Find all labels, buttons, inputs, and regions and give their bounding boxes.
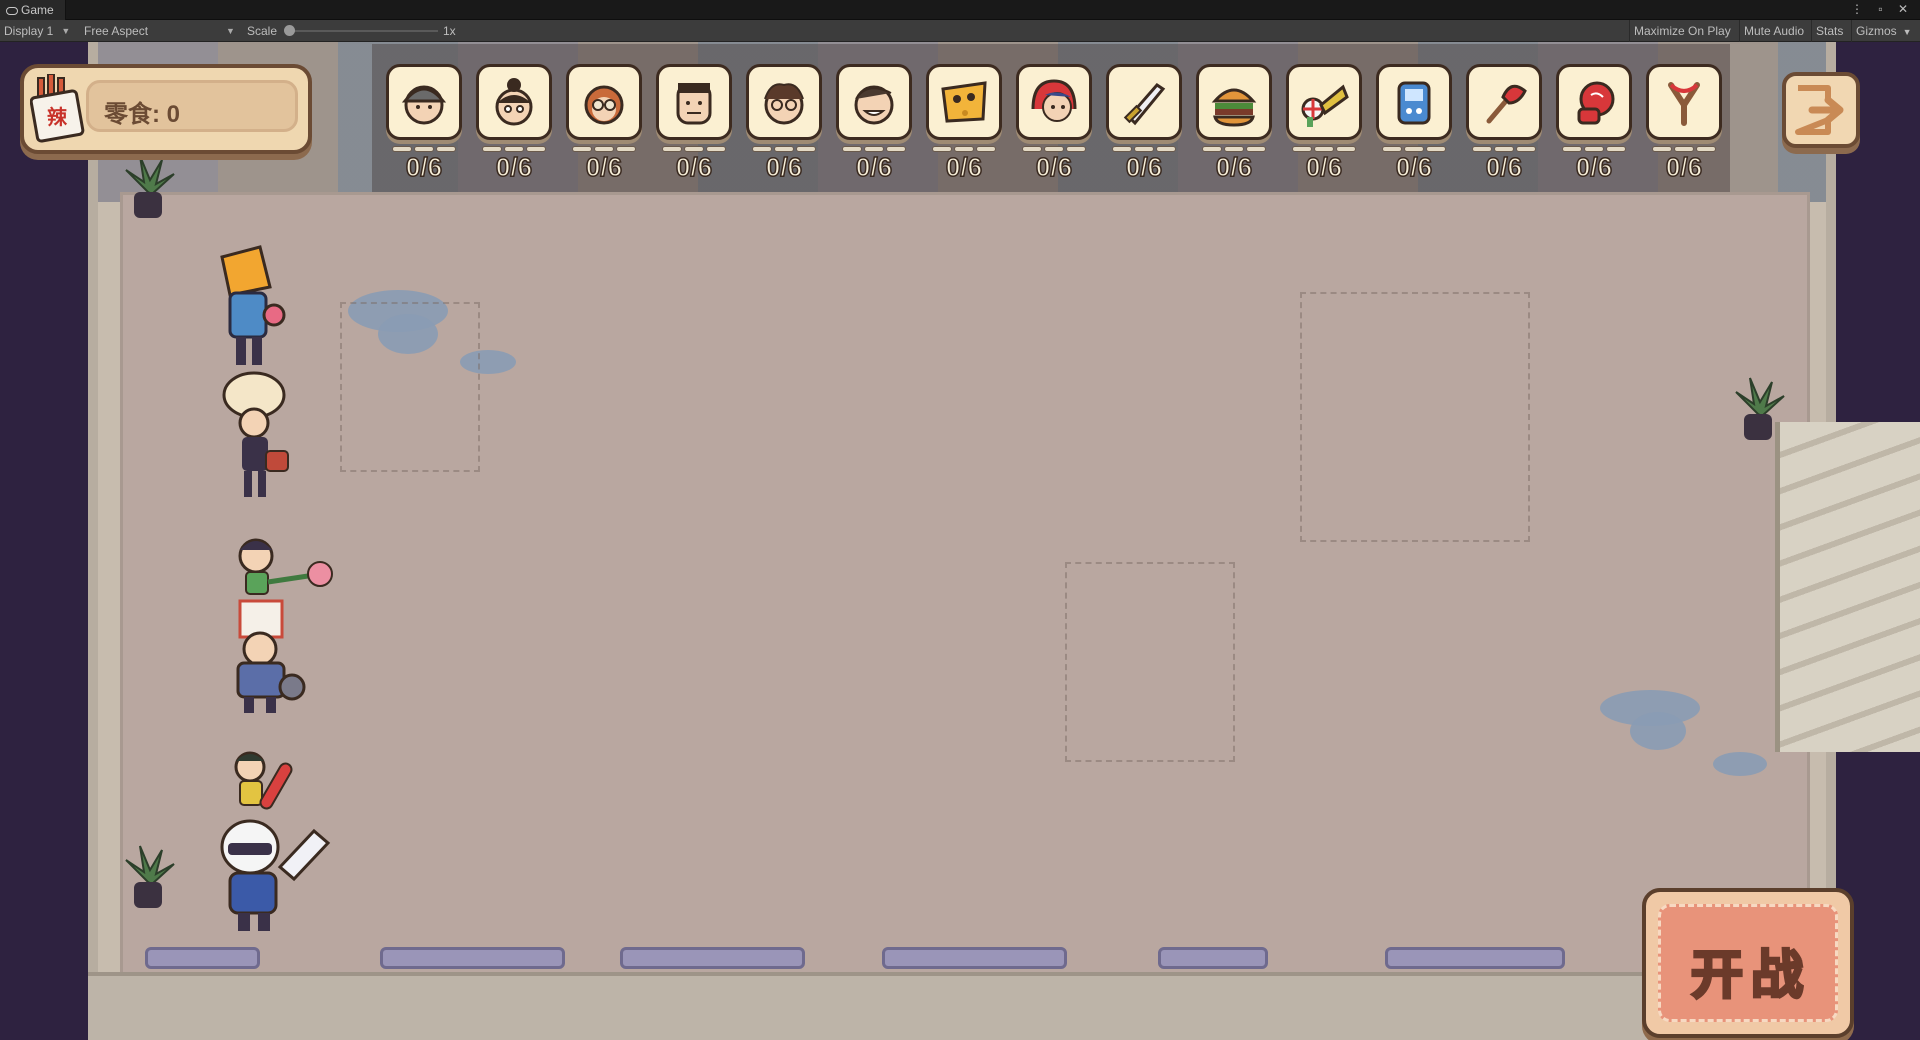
aspect-dropdown[interactable]: Free Aspect ▼ [84,20,235,42]
potted-plant-icon [125,155,175,218]
roster-slot[interactable] [386,64,462,140]
floor-cracks [340,302,480,472]
potted-plant-icon [1735,377,1785,440]
stats-toggle[interactable]: Stats [1811,20,1847,42]
tab-game-label: Game [21,3,54,17]
roster-slot-count: 0/6 [1305,151,1343,183]
grinning-boy-face-icon [854,85,894,125]
roster-slot[interactable] [1376,64,1452,140]
flat-top-man-face-icon [676,83,712,125]
display-dropdown[interactable]: Display 1 ▼ [4,20,70,42]
puddle [1713,752,1767,776]
pinwheel-horn-icon [1301,84,1349,127]
arena-bottom-ledge [88,972,1836,1040]
curly-glasses-face-icon [764,83,804,125]
game-view: 辣 零食: 0 0/6 0/6 0/6 0/6 0/6 0/6 0/6 0/6 0/6 0/6 0/… [0,42,1920,1040]
display-dropdown-label: Display 1 [4,24,54,38]
scale-slider-handle[interactable] [284,25,295,36]
staircase [1775,422,1920,752]
roster-slot[interactable] [656,64,732,140]
maximize-on-play-toggle[interactable]: Maximize On Play [1629,20,1735,42]
roster-slot-count: 0/6 [765,151,803,183]
roster-slot-count: 0/6 [1665,151,1703,183]
railing [1385,947,1565,969]
snack-icon-text: 辣 [47,105,68,129]
roster-slot-count: 0/6 [495,151,533,183]
game-view-toolbar: Display 1 ▼ Free Aspect ▼ Scale 1x Maximiz… [0,20,1920,42]
enemy-skateboard-kid[interactable] [220,747,310,827]
railing [620,947,805,969]
railing [380,947,565,969]
mute-audio-toggle[interactable]: Mute Audio [1739,20,1808,42]
slingshot-icon [1668,82,1700,126]
roster-slot-count: 0/6 [1485,151,1523,183]
exit-arrow-icon [1795,85,1844,135]
roster-slot[interactable] [836,64,912,140]
boxing-glove-icon [1577,81,1615,125]
roster-slot[interactable] [476,64,552,140]
start-battle-label: 开战 [1689,946,1811,1007]
roster-slot-count: 0/6 [1125,151,1163,183]
blue-device-icon [1397,81,1431,125]
floor-cracks [1065,562,1235,762]
snack-counter-panel: 辣 零食: 0 [20,64,312,154]
floor-cracks [1300,292,1530,542]
plunger-icon [1486,84,1527,124]
gizmos-dropdown[interactable]: Gizmos ▼ [1851,20,1916,42]
railing [145,947,260,969]
roster-slot[interactable] [746,64,822,140]
roster-slot[interactable] [1466,64,1542,140]
roster-slot[interactable] [1556,64,1632,140]
beanie-kid-face-icon [401,85,447,125]
scale-value: 1x [443,24,456,38]
bun-hair-girl-face-icon [495,78,533,126]
goggles-girl-face-icon [584,85,624,125]
window-controls[interactable]: ⋮ ▫ ✕ [1851,2,1914,16]
roster-slot-count: 0/6 [1575,151,1613,183]
roster-slot[interactable] [566,64,642,140]
enemy-helmet-rider[interactable] [210,817,340,937]
roster-slot-count: 0/6 [1035,151,1073,183]
roster-slot-count: 0/6 [945,151,983,183]
railing [1158,947,1268,969]
chevron-down-icon: ▼ [61,26,71,36]
cheese-mask-face-icon [941,81,987,123]
roster-slot[interactable] [926,64,1002,140]
enemy-cheese-mask-fighter[interactable] [200,227,290,377]
snack-counter-label: 零食: 0 [104,101,181,128]
exit-button[interactable] [1782,72,1860,148]
enemy-popcorn-hat-brute[interactable] [208,597,318,717]
enemy-cat-hat-kid[interactable] [212,367,302,507]
spicy-snack-bag-icon: 辣 [30,74,85,143]
gamepad-icon [6,7,18,15]
sword-icon [1123,83,1166,126]
roster-slot[interactable] [1286,64,1362,140]
aspect-dropdown-label: Free Aspect [84,24,149,38]
roster-slot-count: 0/6 [675,151,713,183]
roster-slot-count: 0/6 [585,151,623,183]
roster-slot[interactable] [1196,64,1272,140]
editor-tab-bar: Game ⋮ ▫ ✕ [0,0,1920,20]
start-battle-face: 开战 [1658,904,1838,1022]
railing [882,947,1067,969]
roster-slot-count: 0/6 [405,151,443,183]
roster-slot[interactable] [1016,64,1092,140]
red-hood-girl-face-icon [1031,79,1077,122]
scale-label: Scale [247,24,278,38]
puddle [1630,712,1686,750]
chevron-down-icon: ▼ [1902,27,1912,37]
roster-slot-count: 0/6 [855,151,893,183]
roster-slot[interactable] [1646,64,1722,140]
start-battle-button[interactable]: 开战 [1642,888,1854,1038]
scale-slider-track[interactable] [288,30,438,32]
tab-game[interactable]: Game [0,0,66,20]
roster-slot-count: 0/6 [1215,151,1253,183]
chevron-down-icon: ▼ [226,26,235,36]
gizmos-label: Gizmos [1856,24,1897,38]
roster-slot-count: 0/6 [1395,151,1433,183]
potted-plant-icon [125,845,175,908]
roster-slot[interactable] [1106,64,1182,140]
burger-icon [1211,88,1257,127]
